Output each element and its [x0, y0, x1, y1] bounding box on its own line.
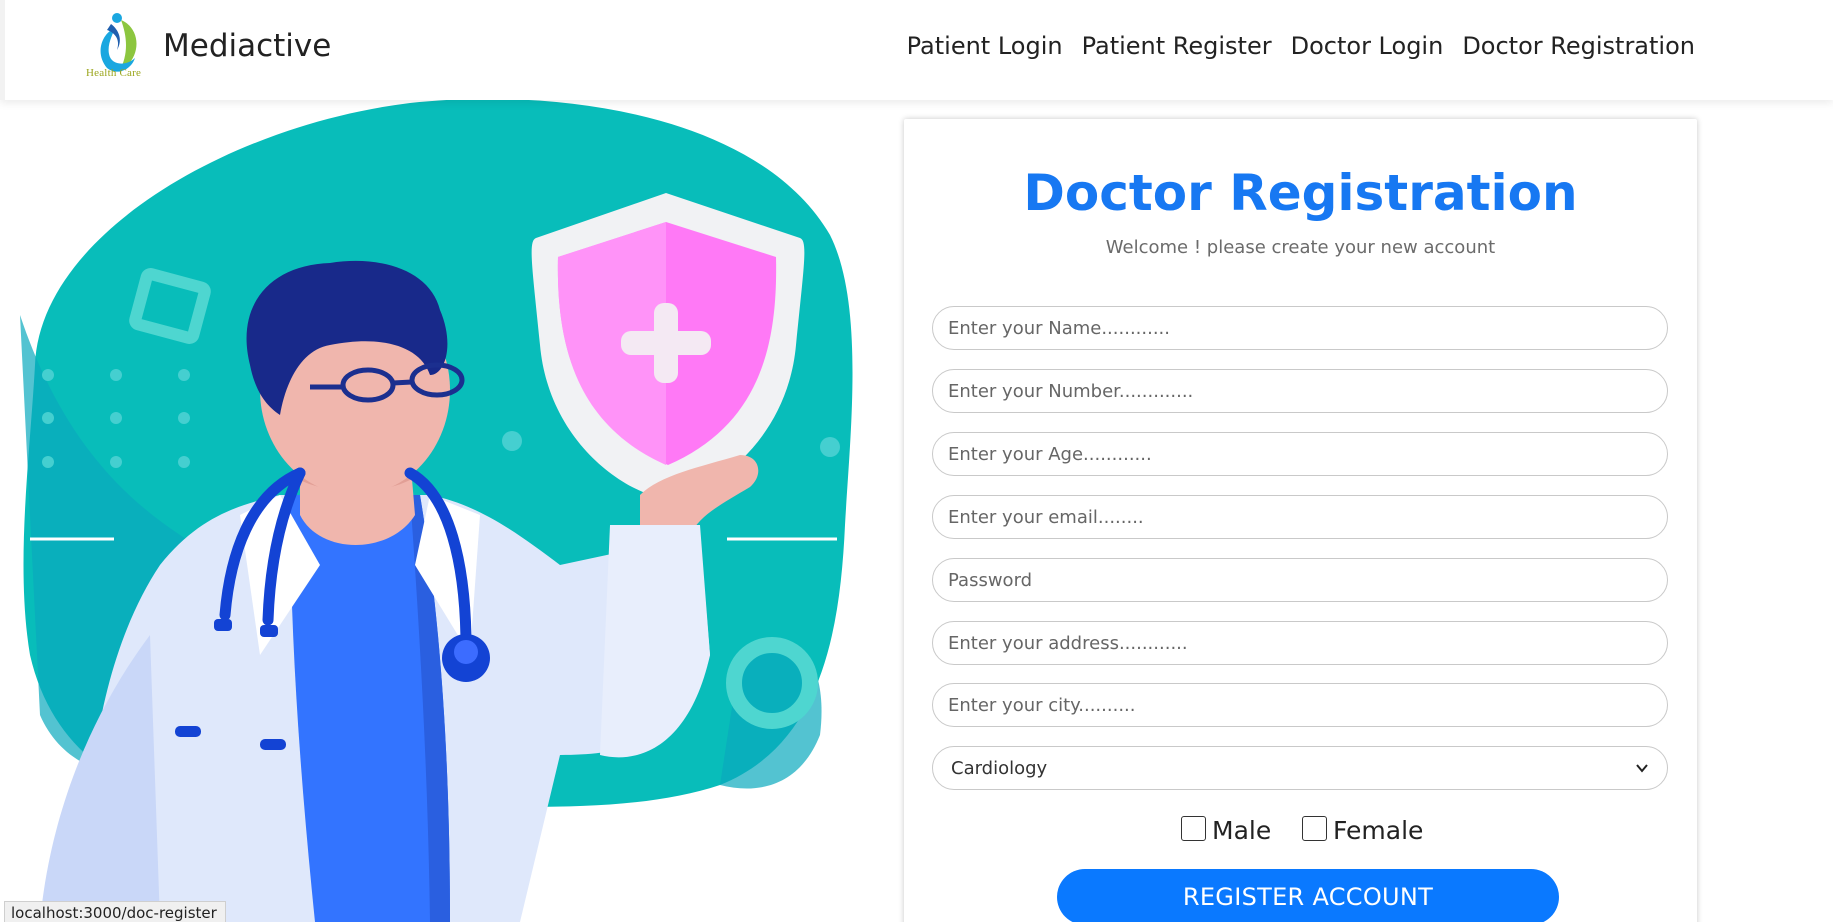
password-input[interactable]	[932, 558, 1668, 602]
nav-links: Patient Login Patient Register Doctor Lo…	[907, 32, 1695, 60]
specialty-selected-value: Cardiology	[951, 757, 1048, 779]
nav-doctor-login[interactable]: Doctor Login	[1291, 32, 1444, 60]
specialty-select-box[interactable]: Cardiology	[932, 746, 1668, 790]
navbar: Health Care Mediactive Patient Login Pat…	[0, 0, 1833, 100]
gender-female-option[interactable]: Female	[1302, 812, 1423, 845]
page-title: Doctor Registration	[1023, 164, 1578, 222]
age-input[interactable]	[932, 432, 1668, 476]
status-bar-url: localhost:3000/doc-register	[4, 901, 226, 922]
gender-options: Male Female	[904, 812, 1697, 852]
doctor-illustration	[20, 98, 853, 922]
nav-doctor-registration[interactable]: Doctor Registration	[1462, 32, 1695, 60]
registration-card: Doctor Registration Welcome ! please cre…	[904, 119, 1697, 922]
page-subtitle: Welcome ! please create your new account	[1105, 237, 1496, 258]
chevron-down-icon	[1636, 764, 1648, 773]
gender-male-option[interactable]: Male	[1181, 812, 1271, 845]
number-input[interactable]	[932, 369, 1668, 413]
name-input[interactable]	[932, 306, 1668, 350]
male-checkbox[interactable]	[1181, 816, 1206, 841]
address-input[interactable]	[932, 621, 1668, 665]
brand-name[interactable]: Mediactive	[163, 28, 331, 64]
logo-caption: Health Care	[86, 67, 142, 79]
specialty-select[interactable]: Cardiology	[932, 746, 1668, 790]
female-label: Female	[1333, 816, 1424, 845]
email-input[interactable]	[932, 495, 1668, 539]
male-label: Male	[1212, 816, 1272, 845]
nav-patient-login[interactable]: Patient Login	[907, 32, 1063, 60]
register-account-button[interactable]: REGISTER ACCOUNT	[1057, 869, 1559, 922]
nav-patient-register[interactable]: Patient Register	[1082, 32, 1272, 60]
city-input[interactable]	[932, 683, 1668, 727]
female-checkbox[interactable]	[1302, 816, 1327, 841]
